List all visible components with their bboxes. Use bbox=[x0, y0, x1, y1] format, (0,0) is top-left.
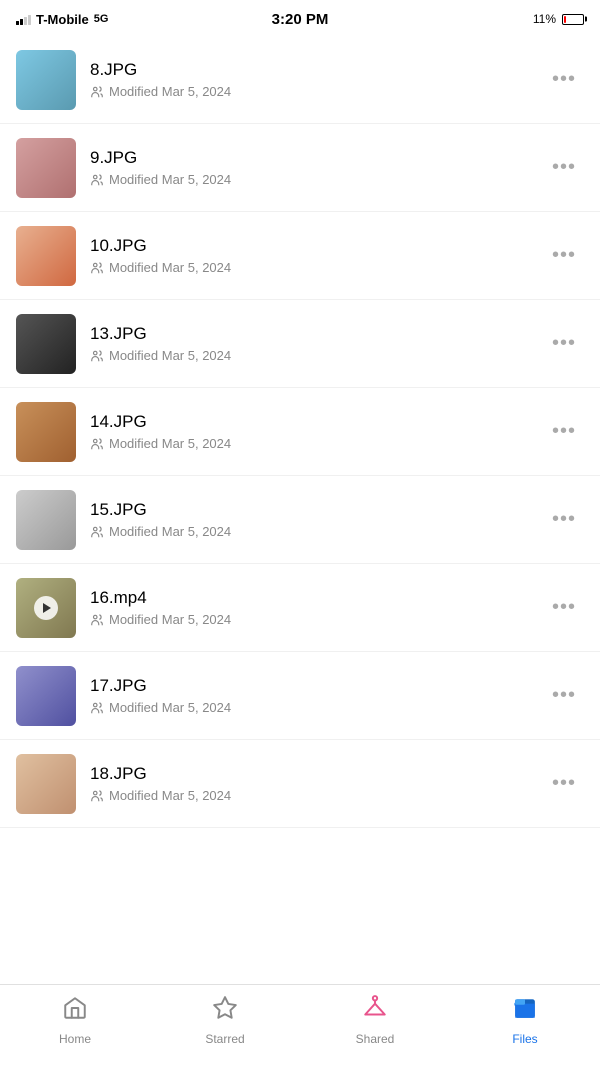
file-modified: Modified Mar 5, 2024 bbox=[109, 700, 231, 715]
status-right: 11% bbox=[533, 12, 584, 26]
shared-icon bbox=[362, 995, 388, 1028]
files-icon bbox=[512, 995, 538, 1028]
file-thumbnail bbox=[16, 50, 76, 110]
file-info: 17.JPG Modified Mar 5, 2024 bbox=[90, 676, 544, 715]
file-modified: Modified Mar 5, 2024 bbox=[109, 348, 231, 363]
file-modified: Modified Mar 5, 2024 bbox=[109, 84, 231, 99]
file-thumbnail bbox=[16, 226, 76, 286]
file-modified: Modified Mar 5, 2024 bbox=[109, 260, 231, 275]
more-options-button[interactable]: ••• bbox=[544, 500, 584, 539]
file-name: 16.mp4 bbox=[90, 588, 544, 608]
file-thumbnail bbox=[16, 490, 76, 550]
home-icon bbox=[62, 995, 88, 1028]
nav-files-label: Files bbox=[512, 1032, 537, 1046]
file-meta: Modified Mar 5, 2024 bbox=[90, 436, 544, 451]
more-options-button[interactable]: ••• bbox=[544, 764, 584, 803]
carrier-info: T-Mobile 5G bbox=[16, 12, 108, 27]
bottom-nav: Home Starred Shared bbox=[0, 984, 600, 1067]
shared-persons-icon bbox=[90, 173, 104, 187]
nav-shared-label: Shared bbox=[356, 1032, 395, 1046]
shared-persons-icon bbox=[90, 261, 104, 275]
file-meta: Modified Mar 5, 2024 bbox=[90, 788, 544, 803]
file-name: 14.JPG bbox=[90, 412, 544, 432]
shared-persons-icon bbox=[90, 613, 104, 627]
shared-persons-icon bbox=[90, 437, 104, 451]
nav-starred-label: Starred bbox=[205, 1032, 244, 1046]
more-options-button[interactable]: ••• bbox=[544, 60, 584, 99]
file-modified: Modified Mar 5, 2024 bbox=[109, 612, 231, 627]
battery-percent: 11% bbox=[533, 12, 556, 26]
more-options-button[interactable]: ••• bbox=[544, 236, 584, 275]
file-meta: Modified Mar 5, 2024 bbox=[90, 260, 544, 275]
file-info: 15.JPG Modified Mar 5, 2024 bbox=[90, 500, 544, 539]
file-name: 15.JPG bbox=[90, 500, 544, 520]
file-name: 13.JPG bbox=[90, 324, 544, 344]
file-name: 10.JPG bbox=[90, 236, 544, 256]
file-info: 10.JPG Modified Mar 5, 2024 bbox=[90, 236, 544, 275]
more-options-button[interactable]: ••• bbox=[544, 148, 584, 187]
file-thumbnail bbox=[16, 314, 76, 374]
list-item[interactable]: 14.JPG Modified Mar 5, 2024 ••• bbox=[0, 388, 600, 476]
file-modified: Modified Mar 5, 2024 bbox=[109, 788, 231, 803]
list-item[interactable]: 17.JPG Modified Mar 5, 2024 ••• bbox=[0, 652, 600, 740]
file-meta: Modified Mar 5, 2024 bbox=[90, 524, 544, 539]
shared-persons-icon bbox=[90, 701, 104, 715]
nav-home-label: Home bbox=[59, 1032, 91, 1046]
file-info: 18.JPG Modified Mar 5, 2024 bbox=[90, 764, 544, 803]
signal-icon bbox=[16, 13, 31, 25]
carrier-name: T-Mobile bbox=[36, 12, 89, 27]
file-meta: Modified Mar 5, 2024 bbox=[90, 84, 544, 99]
battery-icon bbox=[562, 14, 584, 25]
file-modified: Modified Mar 5, 2024 bbox=[109, 436, 231, 451]
file-info: 13.JPG Modified Mar 5, 2024 bbox=[90, 324, 544, 363]
shared-persons-icon bbox=[90, 789, 104, 803]
nav-home[interactable]: Home bbox=[0, 995, 150, 1046]
file-info: 8.JPG Modified Mar 5, 2024 bbox=[90, 60, 544, 99]
star-icon bbox=[212, 995, 238, 1028]
file-thumbnail bbox=[16, 578, 76, 638]
file-modified: Modified Mar 5, 2024 bbox=[109, 524, 231, 539]
file-meta: Modified Mar 5, 2024 bbox=[90, 612, 544, 627]
file-info: 16.mp4 Modified Mar 5, 2024 bbox=[90, 588, 544, 627]
network-type: 5G bbox=[94, 13, 109, 25]
file-thumbnail bbox=[16, 138, 76, 198]
shared-persons-icon bbox=[90, 85, 104, 99]
file-meta: Modified Mar 5, 2024 bbox=[90, 700, 544, 715]
list-item[interactable]: 16.mp4 Modified Mar 5, 2024 ••• bbox=[0, 564, 600, 652]
more-options-button[interactable]: ••• bbox=[544, 324, 584, 363]
more-options-button[interactable]: ••• bbox=[544, 676, 584, 715]
file-thumbnail bbox=[16, 666, 76, 726]
play-button bbox=[34, 596, 58, 620]
file-name: 9.JPG bbox=[90, 148, 544, 168]
status-time: 3:20 PM bbox=[272, 11, 329, 28]
more-options-button[interactable]: ••• bbox=[544, 588, 584, 627]
file-list: 8.JPGModified Mar 5, 2024•••9.JPGModifie… bbox=[0, 36, 600, 828]
file-info: 14.JPG Modified Mar 5, 2024 bbox=[90, 412, 544, 451]
file-modified: Modified Mar 5, 2024 bbox=[109, 172, 231, 187]
file-meta: Modified Mar 5, 2024 bbox=[90, 172, 544, 187]
list-item[interactable]: 13.JPG Modified Mar 5, 2024 ••• bbox=[0, 300, 600, 388]
shared-persons-icon bbox=[90, 525, 104, 539]
file-name: 18.JPG bbox=[90, 764, 544, 784]
status-bar: T-Mobile 5G 3:20 PM 11% bbox=[0, 0, 600, 36]
file-thumbnail bbox=[16, 754, 76, 814]
nav-files[interactable]: Files bbox=[450, 995, 600, 1046]
list-item[interactable]: 15.JPG Modified Mar 5, 2024 ••• bbox=[0, 476, 600, 564]
list-item[interactable]: 8.JPG Modified Mar 5, 2024 ••• bbox=[0, 36, 600, 124]
file-thumbnail bbox=[16, 402, 76, 462]
list-item[interactable]: 18.JPG Modified Mar 5, 2024 ••• bbox=[0, 740, 600, 828]
list-item[interactable]: 10.JPG Modified Mar 5, 2024 ••• bbox=[0, 212, 600, 300]
list-item[interactable]: 9.JPG Modified Mar 5, 2024 ••• bbox=[0, 124, 600, 212]
nav-shared[interactable]: Shared bbox=[300, 995, 450, 1046]
file-meta: Modified Mar 5, 2024 bbox=[90, 348, 544, 363]
file-name: 8.JPG bbox=[90, 60, 544, 80]
file-name: 17.JPG bbox=[90, 676, 544, 696]
nav-starred[interactable]: Starred bbox=[150, 995, 300, 1046]
more-options-button[interactable]: ••• bbox=[544, 412, 584, 451]
file-info: 9.JPG Modified Mar 5, 2024 bbox=[90, 148, 544, 187]
shared-persons-icon bbox=[90, 349, 104, 363]
